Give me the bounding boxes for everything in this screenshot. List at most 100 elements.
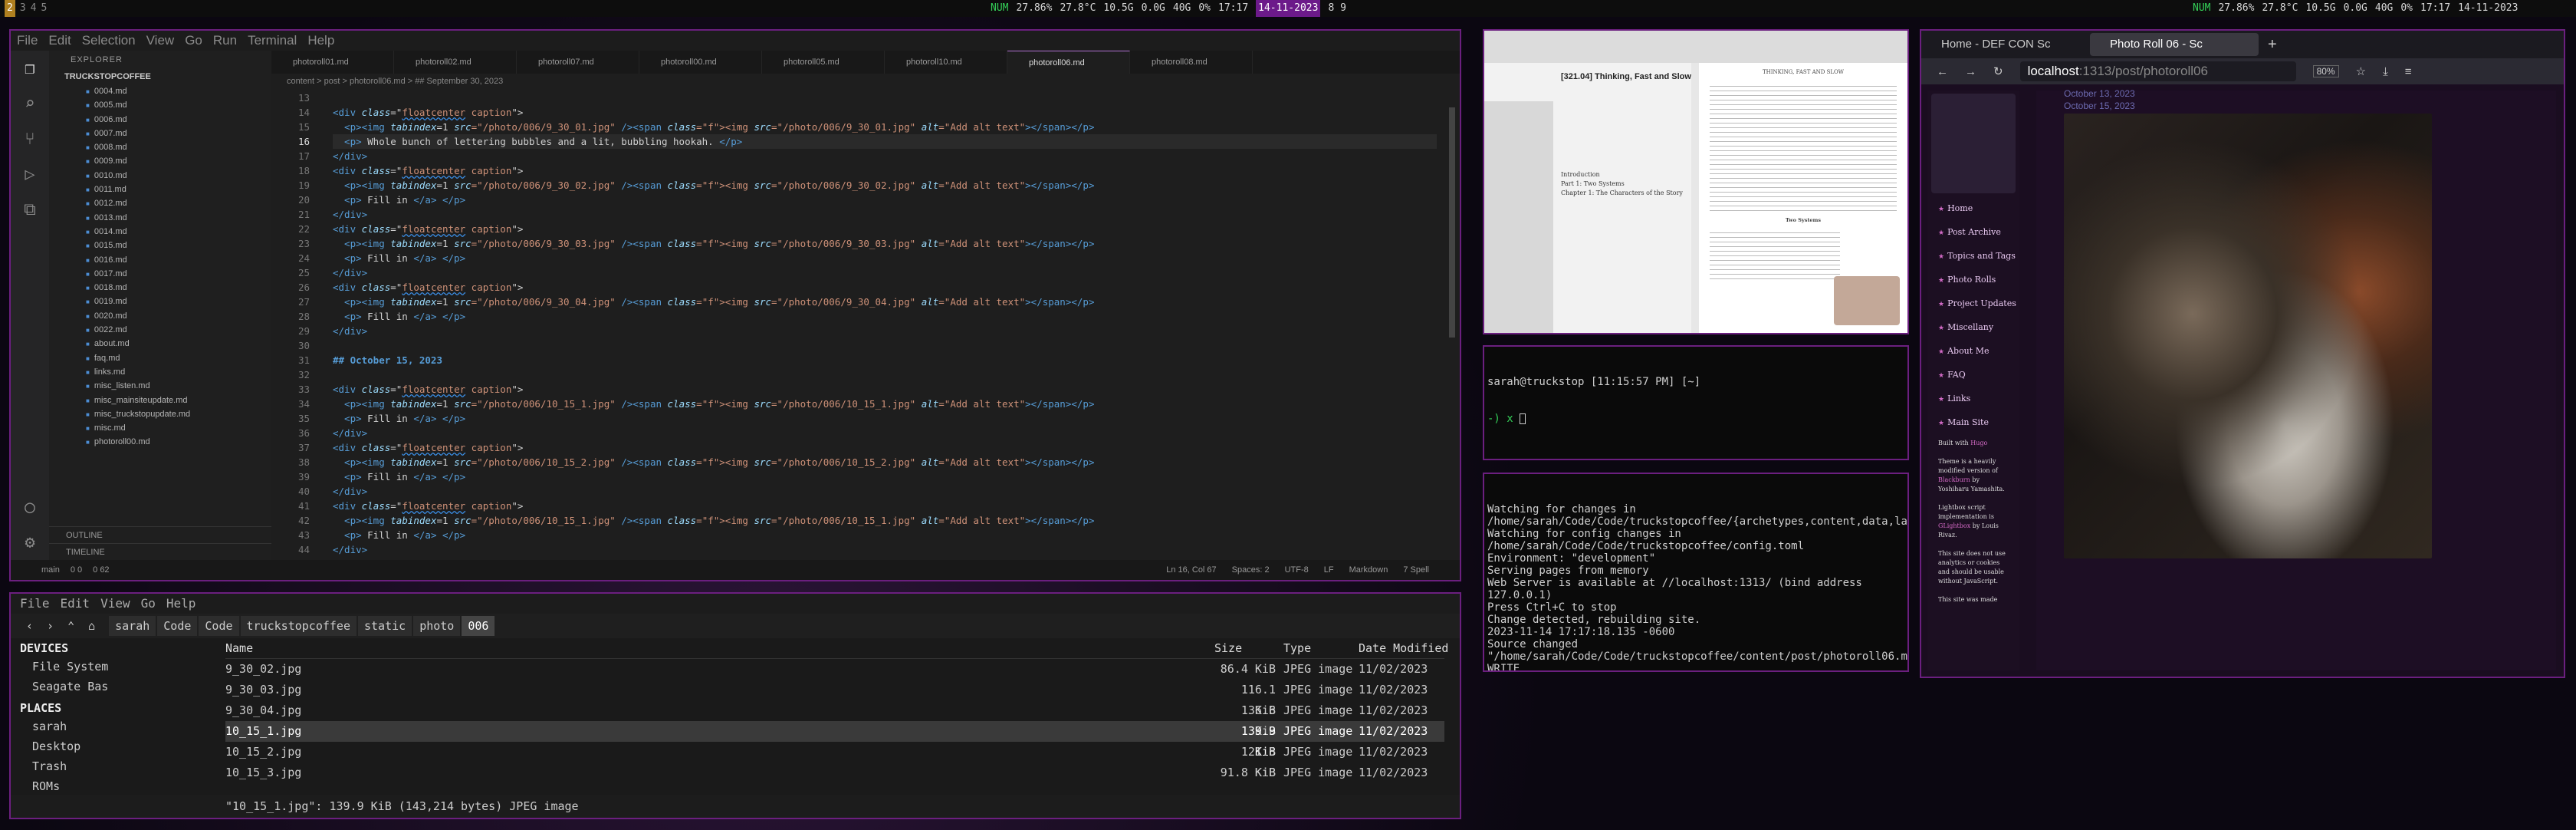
reload-icon[interactable]: ↻ [1993, 64, 2003, 78]
menu-edit[interactable]: Edit [48, 31, 71, 51]
explorer-file-item[interactable]: 0006.md [49, 113, 271, 127]
site-nav-link[interactable]: Main Site [1927, 410, 2019, 434]
date-link[interactable]: October 13, 2023 [2064, 87, 2135, 100]
editor-tab[interactable]: photoroll06.md [1007, 51, 1130, 74]
site-nav-link[interactable]: Project Updates [1927, 291, 2019, 315]
explorer-file-item[interactable]: 0018.md [49, 281, 271, 295]
explorer-file-item[interactable]: 0010.md [49, 169, 271, 183]
file-row[interactable]: 10_15_1.jpg 139.9 KiB JPEG image 11/02/2023 [225, 721, 1444, 759]
explorer-file-item[interactable]: 0007.md [49, 127, 271, 140]
menu-selection[interactable]: Selection [82, 31, 136, 51]
settings-gear-icon[interactable]: ⚙ [11, 525, 49, 560]
encoding[interactable]: UTF-8 [1285, 560, 1309, 580]
toc-item[interactable]: Part 1: Two Systems [1561, 180, 1683, 189]
home-icon[interactable]: ⌂ [88, 619, 95, 633]
code-editor[interactable]: <div class="floatcenter caption"> <p><im… [333, 91, 1437, 557]
editor-tab[interactable]: photoroll01.md [271, 51, 394, 74]
menu-file[interactable]: File [17, 31, 38, 51]
toc-item[interactable]: Introduction [1561, 170, 1683, 180]
workspace-3[interactable]: 3 [20, 0, 26, 17]
outline-section[interactable]: OUTLINE [49, 526, 271, 543]
col-date[interactable]: Date Modified [1359, 638, 1458, 659]
downloads-icon[interactable]: ⤓ [2383, 65, 2388, 78]
fm-menu-file[interactable]: File [20, 594, 50, 614]
fm-menu-go[interactable]: Go [141, 594, 156, 614]
workspace-switcher[interactable]: 2 3 4 5 [5, 0, 47, 17]
site-nav-link[interactable]: About Me [1927, 339, 2019, 363]
site-nav-link[interactable]: Topics and Tags [1927, 244, 2019, 268]
file-row[interactable]: 10_15_2.jpg 121.5 KiB JPEG image 11/02/2023 [225, 742, 1444, 779]
place-trash[interactable]: Trash [11, 758, 218, 778]
col-size[interactable]: Size [1214, 638, 1283, 659]
forward-arrow-icon[interactable]: › [47, 619, 54, 633]
forward-icon[interactable]: → [1965, 65, 1976, 78]
line-ending[interactable]: LF [1324, 560, 1334, 580]
git-branch[interactable]: main [41, 560, 60, 580]
explorer-file-item[interactable]: 0005.md [49, 98, 271, 112]
account-icon[interactable]: ◯ [11, 489, 49, 525]
path-segment[interactable]: sarah [109, 616, 156, 636]
explorer-icon[interactable]: ❐ [11, 51, 49, 86]
source-control-icon[interactable]: ⑂ [11, 121, 49, 156]
explorer-file-item[interactable]: 0012.md [49, 196, 271, 210]
site-nav-link[interactable]: Post Archive [1927, 220, 2019, 244]
tab-home[interactable]: Home - DEF CON Sc [1921, 33, 2090, 56]
explorer-file-item[interactable]: 0016.md [49, 253, 271, 267]
hookah-photo[interactable] [2064, 114, 2432, 558]
menu-go[interactable]: Go [185, 31, 202, 51]
workspace-root[interactable]: TRUCKSTOPCOFFEE [49, 69, 271, 84]
menu-terminal[interactable]: Terminal [248, 31, 297, 51]
workspace-2[interactable]: 2 [5, 0, 15, 17]
workspace-5[interactable]: 5 [41, 0, 47, 17]
explorer-file-item[interactable]: 0011.md [49, 183, 271, 196]
date-link[interactable]: October 15, 2023 [2064, 100, 2135, 112]
explorer-file-item[interactable]: misc_mainsiteupdate.md [49, 394, 271, 407]
timeline-section[interactable]: TIMELINE [49, 543, 271, 560]
toc-item[interactable]: Chapter 1: The Characters of the Story [1561, 189, 1683, 198]
col-type[interactable]: Type [1283, 638, 1359, 659]
shell-input-line[interactable]: -) x [1487, 413, 1904, 425]
spell-check[interactable]: 7 Spell [1403, 560, 1429, 580]
editor-tab[interactable]: photoroll10.md [885, 51, 1007, 74]
explorer-file-item[interactable]: 0019.md [49, 295, 271, 308]
fm-menu-help[interactable]: Help [166, 594, 196, 614]
url-bar[interactable]: localhost:1313/post/photoroll06 [2019, 61, 2296, 81]
menu-help[interactable]: Help [307, 31, 334, 51]
site-nav-link[interactable]: Home [1927, 196, 2019, 220]
explorer-file-item[interactable]: misc_listen.md [49, 379, 271, 393]
device-file-system[interactable]: File System [11, 658, 218, 678]
problems-count[interactable]: 0 0 [71, 560, 82, 580]
fm-menu-view[interactable]: View [100, 594, 130, 614]
site-nav-link[interactable]: Miscellany [1927, 315, 2019, 339]
explorer-file-item[interactable]: 0008.md [49, 140, 271, 154]
place-desktop[interactable]: Desktop [11, 738, 218, 758]
menu-run[interactable]: Run [213, 31, 237, 51]
back-arrow-icon[interactable]: ‹ [26, 619, 33, 633]
file-row[interactable]: 9_30_04.jpg 136.6 KiB JPEG image 11/02/2023 [225, 700, 1444, 738]
path-segment[interactable]: Code [199, 616, 239, 636]
indentation[interactable]: Spaces: 2 [1232, 560, 1270, 580]
editor-tab[interactable]: photoroll08.md [1130, 51, 1253, 74]
menu-icon[interactable]: ≡ [2405, 65, 2412, 78]
site-nav-link[interactable]: Photo Rolls [1927, 268, 2019, 291]
explorer-file-item[interactable]: 0015.md [49, 239, 271, 252]
new-tab-icon[interactable]: + [2268, 36, 2277, 54]
explorer-file-item[interactable]: 0014.md [49, 225, 271, 239]
editor-tab[interactable]: photoroll00.md [639, 51, 762, 74]
terminal-hugo-server[interactable]: Watching for changes in /home/sarah/Code… [1483, 473, 1909, 672]
zoom-level[interactable]: 80% [2312, 65, 2339, 77]
path-segment[interactable]: photo [413, 616, 461, 636]
editor-tab[interactable]: photoroll02.md [394, 51, 517, 74]
path-segment[interactable]: 006 [462, 616, 495, 636]
file-row[interactable]: 9_30_03.jpg 116.1 KiB JPEG image 11/02/2023 [225, 680, 1444, 717]
explorer-file-item[interactable]: 0022.md [49, 323, 271, 337]
explorer-file-item[interactable]: faq.md [49, 351, 271, 365]
site-nav-link[interactable]: FAQ [1927, 363, 2019, 387]
pdf-thumbnail-strip[interactable] [1484, 101, 1553, 333]
site-nav-link[interactable]: Links [1927, 387, 2019, 410]
explorer-file-item[interactable]: 0013.md [49, 211, 271, 225]
tab-photo-roll[interactable]: Photo Roll 06 - Sc [2090, 33, 2259, 56]
path-segment[interactable]: static [358, 616, 412, 636]
device-seagate[interactable]: Seagate Bas [11, 678, 218, 698]
cursor-position[interactable]: Ln 16, Col 67 [1166, 560, 1216, 580]
